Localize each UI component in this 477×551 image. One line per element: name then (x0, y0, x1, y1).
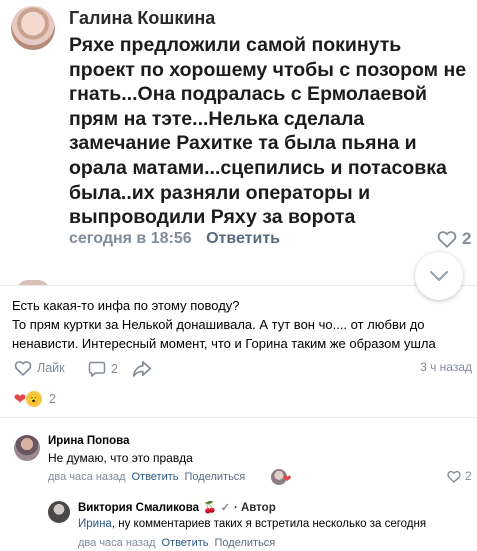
heart-outline-icon (437, 231, 457, 248)
divider (0, 417, 477, 418)
like-label: Лайк (37, 361, 65, 375)
reactions-count: 2 (49, 392, 56, 406)
comments-button[interactable]: 2 (88, 360, 118, 377)
chevron-down-icon (429, 270, 449, 282)
comment-text: Ирина, ну комментариев таких я встретила… (78, 518, 426, 530)
like-button[interactable]: 2 (447, 469, 472, 483)
share-icon (132, 361, 152, 377)
scroll-down-button[interactable] (415, 252, 463, 300)
like-button[interactable]: 2 (437, 229, 471, 249)
mention-link[interactable]: Ирина (78, 518, 112, 530)
comment-meta: два часа назад Ответить Поделиться (48, 471, 245, 483)
reply-button[interactable]: Ответить (161, 537, 208, 549)
comment-time[interactable]: два часа назад (48, 471, 125, 483)
comment-meta: сегодня в 18:56 Ответить (69, 230, 280, 248)
comment-time[interactable]: сегодня в 18:56 (69, 230, 192, 247)
comment-text: Ряхе предложили самой покинуть проект по… (69, 34, 467, 229)
post-text-line: То прям куртки за Нелькой донашивала. А … (12, 317, 436, 351)
comment-author[interactable]: Ирина Попова (48, 435, 129, 447)
post-time[interactable]: 3 ч назад (420, 360, 472, 374)
comment-icon (88, 361, 106, 377)
like-count: 2 (465, 469, 472, 483)
comment-meta: два часа назад Ответить Поделиться (78, 537, 275, 549)
avatar[interactable] (14, 435, 40, 461)
post-text: Есть какая-то инфа по этому поводу? То п… (12, 296, 472, 353)
comments-count: 2 (111, 361, 118, 376)
cherry-icon: 🍒 (203, 502, 217, 514)
post-actions: Лайк 2 3 ч назад (12, 360, 472, 380)
comment-text-body: , ну комментариев таких я встретила неск… (111, 518, 427, 530)
heart-outline-icon (447, 470, 461, 483)
zoomed-comment: Галина Кошкина Ряхе предложили самой пок… (0, 0, 477, 285)
comment-author-row: Виктория Смаликова 🍒 ✓ · Автор (78, 501, 276, 515)
wow-reaction-icon: 😮 (25, 390, 43, 408)
post-text-line: Есть какая-то инфа по этому поводу? (12, 298, 240, 313)
comment-author[interactable]: Галина Кошкина (69, 8, 215, 29)
reply-button[interactable]: Ответить (206, 230, 280, 247)
author-badge: · Автор (233, 501, 276, 514)
reply-button[interactable]: Ответить (131, 471, 178, 483)
share-link[interactable]: Поделиться (215, 537, 276, 549)
like-count: 2 (462, 229, 472, 248)
avatar[interactable] (11, 6, 55, 50)
reactions[interactable]: ❤ 😮 2 (12, 390, 56, 408)
heart-outline-icon (14, 361, 32, 376)
avatar[interactable] (48, 501, 70, 523)
comment-author[interactable]: Виктория Смаликова (78, 502, 199, 514)
heart-reaction-icon: ❤ (283, 474, 292, 485)
like-button[interactable]: Лайк (14, 360, 65, 376)
share-link[interactable]: Поделиться (185, 471, 246, 483)
post: Есть какая-то инфа по этому поводу? То п… (0, 285, 477, 551)
comment-time[interactable]: два часа назад (78, 537, 155, 549)
share-button[interactable] (132, 360, 152, 377)
verified-icon: ✓ (220, 502, 230, 514)
comment-text: Не думаю, что это правда (48, 451, 193, 465)
